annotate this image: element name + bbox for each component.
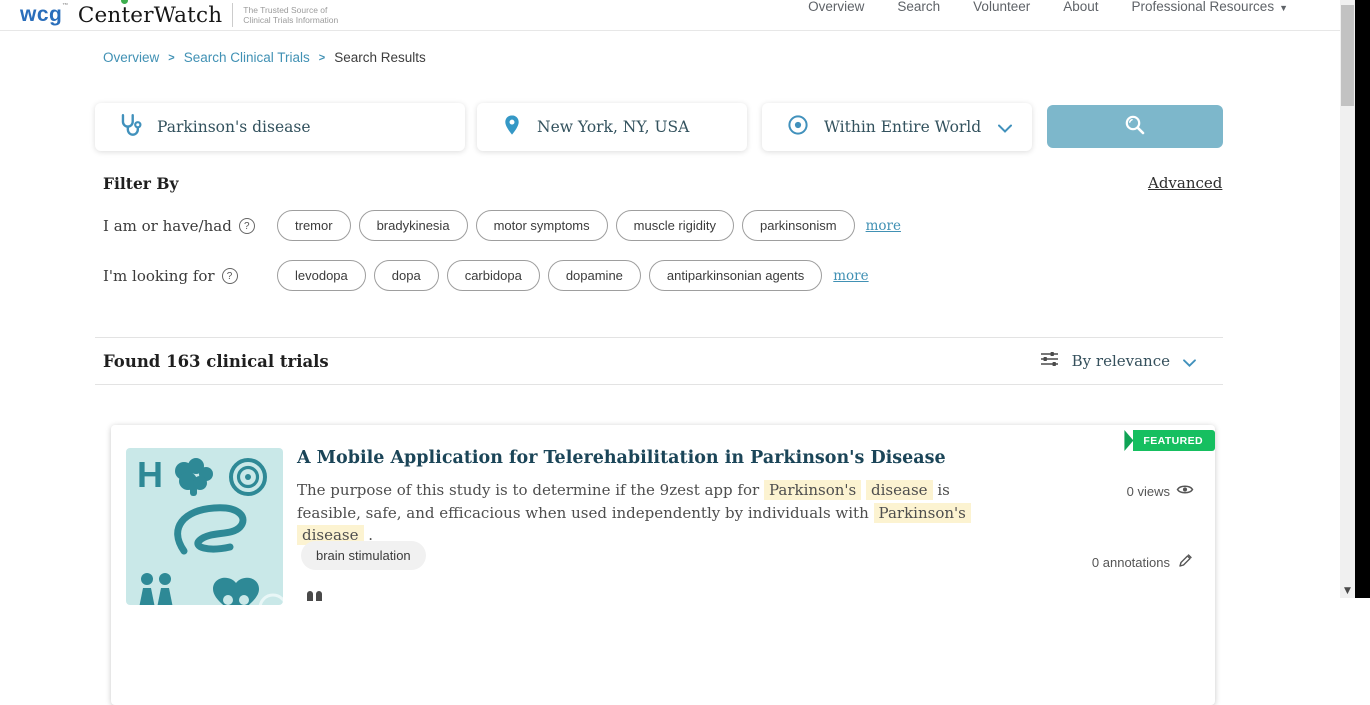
radius-select-value: Within Entire World (824, 118, 981, 136)
filter-tag[interactable]: tremor (277, 210, 351, 241)
condition-search-field[interactable]: Parkinson's disease (95, 103, 465, 151)
logo-name: CenterWatch (78, 3, 222, 28)
filter-by-heading: Filter By (103, 174, 178, 193)
logo-tagline: The Trusted Source ofClinical Trials Inf… (243, 5, 338, 26)
nav-item-about[interactable]: About (1063, 0, 1098, 20)
radius-target-icon (786, 113, 810, 141)
trial-thumbnail: H (126, 448, 283, 605)
filter-tag[interactable]: motor symptoms (476, 210, 608, 241)
eye-icon (1176, 483, 1194, 499)
breadcrumb-overview[interactable]: Overview (103, 50, 159, 65)
advanced-link[interactable]: Advanced (1148, 174, 1222, 192)
trial-tag-brain-stimulation[interactable]: brain stimulation (301, 541, 426, 570)
nav-item-volunteer[interactable]: Volunteer (973, 0, 1030, 20)
highlighted-term: Parkinson's (764, 480, 861, 500)
breadcrumb-search-results: Search Results (334, 50, 426, 65)
letter-h-icon: H (137, 454, 163, 495)
logo-divider (232, 3, 233, 27)
annotations-counter[interactable]: 0 annotations (1092, 552, 1194, 572)
help-question-icon[interactable]: ? (239, 218, 255, 234)
centerwatch-logo[interactable]: wcg™ CenterWatch The Trusted Source ofCl… (20, 0, 338, 30)
scrollbar-thumb[interactable] (1341, 5, 1354, 106)
filter-tag[interactable]: muscle rigidity (616, 210, 734, 241)
map-pin-icon (501, 113, 523, 141)
chevron-down-icon: ▼ (1279, 3, 1288, 13)
chevron-down-icon (1183, 352, 1196, 371)
location-search-field[interactable]: New York, NY, USA (477, 103, 747, 151)
results-count: Found 163 clinical trials (103, 352, 329, 371)
heart-icon (213, 578, 259, 605)
scrollbar-track[interactable]: ▼ (1340, 0, 1355, 598)
trial-title[interactable]: A Mobile Application for Telerehabilitat… (297, 448, 1157, 468)
condition-search-value: Parkinson's disease (157, 118, 311, 136)
filter-row1-label: I am or have/had ? (103, 217, 255, 235)
wcg-logo-text: wcg™ (20, 3, 69, 27)
breadcrumb: Overview > Search Clinical Trials > Sear… (103, 50, 426, 65)
filter-tag[interactable]: parkinsonism (742, 210, 855, 241)
highlighter-pen-icon (1177, 552, 1194, 572)
highlighted-term: disease (866, 480, 933, 500)
filter-tag[interactable]: dopamine (548, 260, 641, 291)
nav-item-professional-resources[interactable]: Professional Resources▼ (1132, 0, 1289, 20)
muscle-arm-icon (178, 508, 243, 551)
top-nav: Overview Search Volunteer About Professi… (808, 0, 1288, 20)
results-bar: Found 163 clinical trials By relevance (95, 337, 1223, 385)
stethoscope-icon (117, 112, 143, 142)
screen-edge (1355, 0, 1370, 598)
more-tags-link[interactable]: more (866, 218, 901, 234)
help-question-icon[interactable]: ? (222, 268, 238, 284)
magnifier-outline-icon (260, 595, 283, 605)
magnifier-icon (1123, 113, 1147, 140)
filter-row1-tags: tremor bradykinesia motor symptoms muscl… (277, 210, 901, 241)
filter-tag[interactable]: dopa (374, 260, 439, 291)
radius-select-field[interactable]: Within Entire World (762, 103, 1032, 151)
trademark-symbol: ™ (62, 3, 69, 9)
search-button[interactable] (1047, 105, 1223, 148)
nav-item-search[interactable]: Search (897, 0, 940, 20)
trial-result-card[interactable]: FEATURED H (111, 425, 1215, 705)
breadcrumb-separator-icon: > (319, 52, 325, 64)
more-tags-link[interactable]: more (833, 268, 868, 284)
trial-description: The purpose of this study is to determin… (297, 479, 1015, 547)
target-icon (231, 460, 265, 494)
filter-tag[interactable]: levodopa (277, 260, 366, 291)
nav-item-overview[interactable]: Overview (808, 0, 864, 20)
views-counter: 0 views (1127, 483, 1194, 499)
breadcrumb-separator-icon: > (168, 52, 174, 64)
scrollbar-down-arrow[interactable]: ▼ (1340, 586, 1355, 596)
site-header: wcg™ CenterWatch The Trusted Source ofCl… (0, 0, 1340, 31)
filter-row2-tags: levodopa dopa carbidopa dopamine antipar… (277, 260, 869, 291)
people-icon (139, 573, 173, 605)
filter-tag[interactable]: carbidopa (447, 260, 540, 291)
filter-tag[interactable]: antiparkinsonian agents (649, 260, 822, 291)
sliders-icon (1040, 351, 1059, 371)
filter-tag[interactable]: bradykinesia (359, 210, 468, 241)
sort-label: By relevance (1072, 352, 1170, 370)
clipped-gender-icon (307, 591, 322, 601)
sort-dropdown[interactable]: By relevance (1040, 351, 1196, 371)
brain-icon (175, 458, 213, 496)
chevron-down-icon (998, 118, 1012, 137)
highlighted-term: Parkinson's (874, 503, 971, 523)
breadcrumb-search-clinical-trials[interactable]: Search Clinical Trials (184, 50, 310, 65)
location-search-value: New York, NY, USA (537, 118, 689, 136)
filter-row2-label: I'm looking for ? (103, 267, 238, 285)
